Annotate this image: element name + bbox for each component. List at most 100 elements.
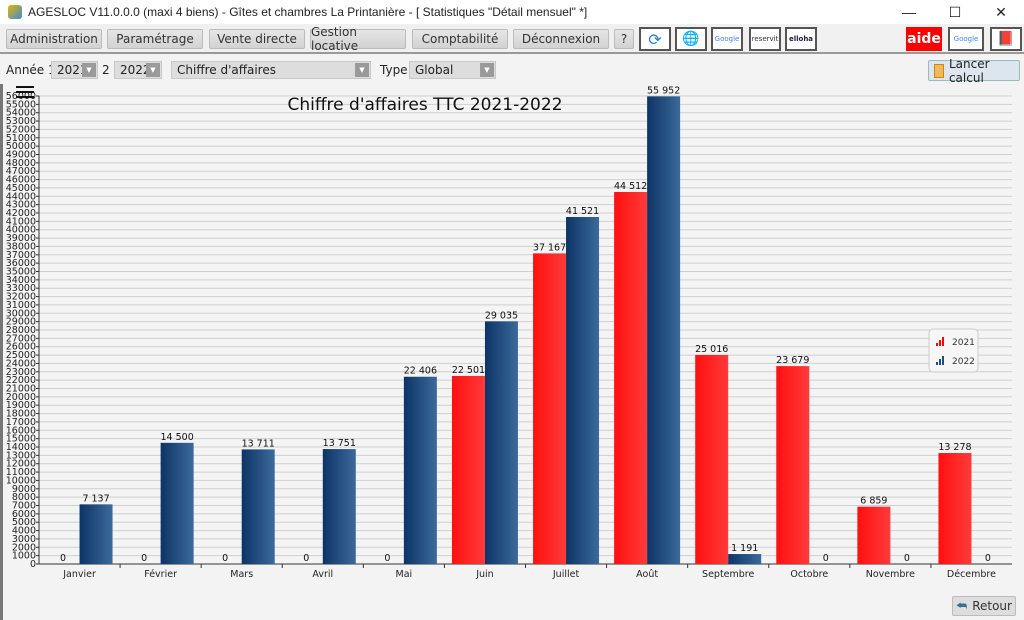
data-label: 13 751 <box>323 438 356 449</box>
google-right-button[interactable]: Google <box>948 27 984 51</box>
y-tick-label: 35000 <box>6 267 36 278</box>
y-tick-label: 8000 <box>12 492 36 503</box>
y-tick-label: 36000 <box>6 258 36 269</box>
x-tick-label: Août <box>636 569 658 580</box>
y-tick-label: 22000 <box>6 375 36 386</box>
y-tick-label: 26000 <box>6 342 36 353</box>
y-tick-label: 25000 <box>6 350 36 361</box>
y-tick-label: 56000 <box>6 91 36 102</box>
year2-label: 2 <box>102 63 110 77</box>
y-tick-label: 19000 <box>6 400 36 411</box>
data-label: 0 <box>303 553 309 564</box>
y-tick-label: 47000 <box>6 166 36 177</box>
bar-2022-mars <box>241 449 275 564</box>
google-button[interactable]: Google <box>711 27 743 51</box>
y-tick-label: 51000 <box>6 133 36 144</box>
metric-select[interactable]: Chiffre d'affaires ▼ <box>171 61 371 79</box>
x-tick-label: Mai <box>396 569 413 580</box>
y-tick-label: 3000 <box>12 534 36 545</box>
comptabilite-button[interactable]: Comptabilité <box>412 29 508 49</box>
deconnexion-button[interactable]: Déconnexion <box>513 29 609 49</box>
x-tick-label: Juillet <box>552 569 580 580</box>
y-tick-label: 12000 <box>6 459 36 470</box>
reservit-button[interactable]: reservit <box>749 27 781 51</box>
bar-2022-avril <box>322 449 356 564</box>
y-tick-label: 27000 <box>6 333 36 344</box>
y-tick-label: 45000 <box>6 183 36 194</box>
y-tick-label: 11000 <box>6 467 36 478</box>
bar-2022-août <box>647 96 681 564</box>
data-label: 13 711 <box>242 438 275 449</box>
sync-icon[interactable]: ⟳ <box>639 27 671 51</box>
type-value: Global <box>415 63 454 77</box>
y-tick-label: 13000 <box>6 450 36 461</box>
y-tick-label: 41000 <box>6 216 36 227</box>
legend-2021: 2021 <box>952 338 975 348</box>
x-tick-label: Décembre <box>947 569 996 580</box>
data-label: 25 016 <box>695 344 728 355</box>
x-tick-label: Septembre <box>702 569 754 580</box>
back-arrow-icon: ⮪ <box>956 598 968 613</box>
x-tick-label: Avril <box>312 569 333 580</box>
y-tick-label: 29000 <box>6 317 36 328</box>
y-tick-label: 1000 <box>12 551 36 562</box>
bar-2022-janvier <box>79 504 113 564</box>
manual-book-icon[interactable]: 📕 <box>990 27 1022 51</box>
y-tick-label: 28000 <box>6 325 36 336</box>
chevron-down-icon: ▼ <box>146 63 160 77</box>
legend-2022-icon <box>936 356 944 365</box>
languages-icon[interactable]: 🌐 <box>675 27 707 51</box>
y-tick-label: 7000 <box>12 501 36 512</box>
y-tick-label: 31000 <box>6 300 36 311</box>
y-tick-label: 14000 <box>6 442 36 453</box>
gestion-locative-button[interactable]: Gestion locative <box>310 25 406 53</box>
bar-2022-juin <box>484 321 518 564</box>
y-tick-label: 4000 <box>12 526 36 537</box>
year1-select[interactable]: 2021 ▼ <box>51 61 98 79</box>
minimize-button[interactable]: — <box>886 0 932 24</box>
help-button[interactable]: ? <box>614 29 634 49</box>
chevron-down-icon: ▼ <box>355 63 369 77</box>
y-tick-label: 48000 <box>6 158 36 169</box>
y-tick-label: 30000 <box>6 308 36 319</box>
administration-button[interactable]: Administration <box>6 29 102 49</box>
app-icon <box>8 5 22 19</box>
type-select[interactable]: Global ▼ <box>409 61 496 79</box>
annee-label: Année 1 <box>6 63 56 77</box>
y-tick-label: 44000 <box>6 191 36 202</box>
close-button[interactable]: ✕ <box>978 0 1024 24</box>
y-tick-label: 2000 <box>12 542 36 553</box>
elloha-button[interactable]: elloha <box>785 27 817 51</box>
x-tick-label: Février <box>144 569 177 580</box>
bar-2022-juillet <box>566 217 600 565</box>
bar-2021-décembre <box>938 453 972 564</box>
y-tick-label: 0 <box>30 559 36 570</box>
data-label: 6 859 <box>860 496 887 507</box>
data-label: 0 <box>384 553 390 564</box>
data-label: 0 <box>985 553 991 564</box>
plot-area <box>39 96 1012 564</box>
bar-2022-septembre <box>728 554 762 564</box>
x-tick-label: Janvier <box>62 569 96 580</box>
menu-icon[interactable] <box>16 86 34 98</box>
y-tick-label: 50000 <box>6 141 36 152</box>
y-tick-label: 42000 <box>6 208 36 219</box>
type-label: Type <box>380 63 408 77</box>
parametrage-button[interactable]: Paramétrage <box>107 29 203 49</box>
aide-button[interactable]: aide <box>906 27 942 51</box>
y-tick-label: 17000 <box>6 417 36 428</box>
lancer-calcul-button[interactable]: Lancer calcul <box>928 57 1020 85</box>
x-tick-label: Octobre <box>790 569 828 580</box>
data-label: 0 <box>141 553 147 564</box>
retour-button[interactable]: ⮪ Retour <box>952 596 1016 616</box>
bar-2021-octobre <box>776 366 810 564</box>
y-tick-label: 23000 <box>6 367 36 378</box>
year2-select[interactable]: 2022 ▼ <box>114 61 162 79</box>
reservit-label: reservit <box>751 35 779 43</box>
title-bar: AGESLOC V11.0.0.0 (maxi 4 biens) - Gîtes… <box>0 0 1024 24</box>
vente-directe-button[interactable]: Vente directe <box>209 29 305 49</box>
legend: 2021 2022 <box>928 328 979 373</box>
y-tick-label: 43000 <box>6 200 36 211</box>
data-label: 0 <box>823 553 829 564</box>
maximize-button[interactable]: ☐ <box>932 0 978 24</box>
